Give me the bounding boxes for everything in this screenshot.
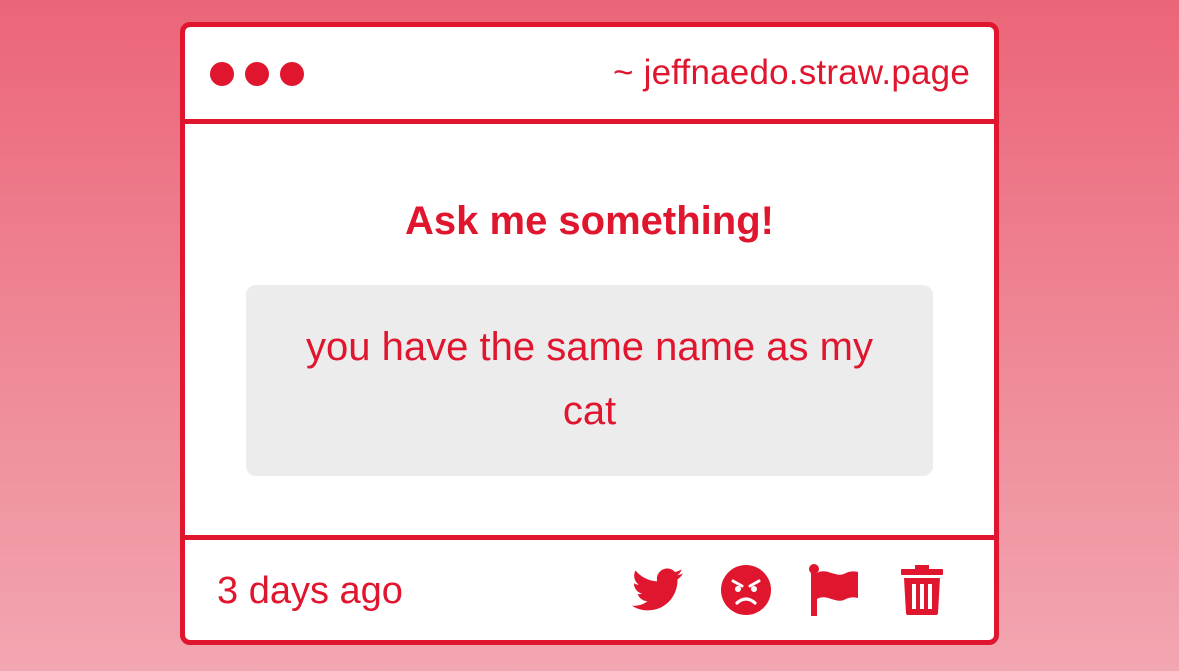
trash-icon	[901, 565, 943, 615]
window-titlebar: ~ jeffnaedo.straw.page	[185, 27, 994, 124]
question-card: ~ jeffnaedo.straw.page Ask me something!…	[180, 22, 999, 645]
flag-icon	[809, 564, 858, 616]
window-controls	[210, 62, 304, 86]
timestamp: 3 days ago	[217, 570, 403, 612]
twitter-icon	[632, 568, 684, 611]
page-url: ~ jeffnaedo.straw.page	[613, 53, 970, 92]
card-footer: 3 days ago	[185, 535, 994, 640]
window-dot-icon	[210, 62, 234, 86]
window-dot-icon	[245, 62, 269, 86]
card-body: Ask me something! you have the same name…	[185, 124, 994, 537]
window-dot-icon	[280, 62, 304, 86]
delete-button[interactable]	[896, 564, 948, 616]
report-button[interactable]	[808, 564, 860, 616]
message-box: you have the same name as my cat	[246, 285, 933, 476]
angry-face-icon	[721, 565, 771, 615]
message-text: you have the same name as my cat	[306, 325, 873, 433]
action-bar	[632, 564, 948, 616]
page-title: Ask me something!	[405, 199, 774, 243]
react-angry-button[interactable]	[720, 564, 772, 616]
share-twitter-button[interactable]	[632, 564, 684, 616]
